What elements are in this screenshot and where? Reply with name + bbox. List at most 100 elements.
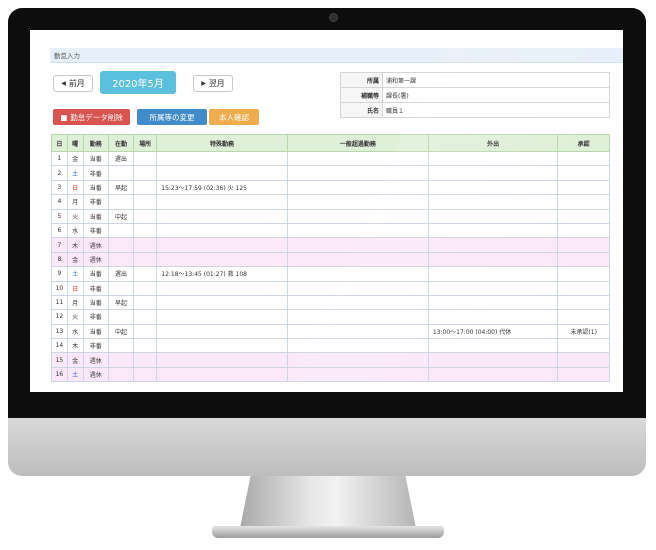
cell-outing[interactable] <box>427 280 559 296</box>
table-row[interactable]: 3 日当番 早起 15:23～17:59 (02:36) 火 125 <box>51 179 610 196</box>
delete-attendance-button[interactable]: ■ 勤怠データ削除 <box>53 109 130 125</box>
cell-place[interactable] <box>133 165 158 181</box>
cell-shift[interactable]: 非番 <box>82 194 109 210</box>
cell-overtime[interactable] <box>286 222 429 239</box>
cell-overtime[interactable] <box>286 150 429 167</box>
cell-special[interactable] <box>156 338 288 354</box>
cell-outing[interactable] <box>427 150 559 167</box>
cell-overtime[interactable] <box>286 338 429 354</box>
cell-place[interactable] <box>133 280 158 296</box>
cell-zaikin[interactable] <box>107 165 135 181</box>
cell-outing[interactable] <box>427 266 559 282</box>
cell-approval[interactable] <box>557 194 610 210</box>
cell-zaikin[interactable] <box>107 338 135 354</box>
cell-place[interactable] <box>133 323 158 340</box>
table-row[interactable]: 4 月非番 <box>51 194 610 210</box>
cell-approval[interactable] <box>557 222 610 239</box>
current-month-button[interactable]: 2020年5月 <box>100 71 176 94</box>
cell-overtime[interactable] <box>286 309 429 325</box>
cell-zaikin[interactable]: 遅出 <box>107 150 135 167</box>
cell-overtime[interactable] <box>286 266 429 282</box>
table-row[interactable]: 6 水非番 <box>51 222 610 239</box>
cell-approval[interactable] <box>557 208 610 224</box>
cell-zaikin[interactable] <box>107 280 135 296</box>
cell-zaikin[interactable] <box>107 194 135 210</box>
cell-zaikin[interactable]: 中起 <box>107 323 135 340</box>
cell-zaikin[interactable] <box>107 222 135 239</box>
cell-outing[interactable] <box>427 309 559 325</box>
cell-approval[interactable] <box>557 309 610 325</box>
cell-outing[interactable] <box>427 338 559 354</box>
cell-approval[interactable] <box>557 179 610 196</box>
cell-outing[interactable] <box>427 165 559 181</box>
cell-zaikin[interactable] <box>107 309 135 325</box>
cell-approval[interactable] <box>557 352 610 368</box>
cell-zaikin[interactable] <box>107 251 135 268</box>
table-row[interactable]: 2 土非番 <box>51 165 610 181</box>
cell-outing[interactable] <box>427 222 559 239</box>
cell-special[interactable] <box>156 222 288 239</box>
cell-zaikin[interactable]: 中起 <box>107 208 135 224</box>
cell-shift[interactable]: 非番 <box>82 338 109 354</box>
cell-shift[interactable]: 週休 <box>82 237 109 253</box>
cell-place[interactable] <box>133 222 158 239</box>
cell-place[interactable] <box>133 309 158 325</box>
table-row[interactable]: 15 金週休 <box>51 352 610 368</box>
cell-outing[interactable] <box>427 294 559 311</box>
cell-overtime[interactable] <box>286 179 429 196</box>
cell-special[interactable] <box>156 165 288 181</box>
cell-place[interactable] <box>133 150 158 167</box>
cell-outing[interactable] <box>427 208 559 224</box>
cell-special[interactable] <box>156 251 288 268</box>
cell-zaikin[interactable]: 早起 <box>107 294 135 311</box>
cell-shift[interactable]: 当番 <box>82 150 109 167</box>
cell-shift[interactable]: 当番 <box>82 323 109 340</box>
cell-shift[interactable]: 週休 <box>82 352 109 368</box>
cell-special[interactable] <box>156 352 288 368</box>
cell-special[interactable]: 12:18～13:45 (01:27) 救 108 <box>156 266 288 282</box>
cell-special[interactable] <box>156 280 288 296</box>
cell-zaikin[interactable]: 遅出 <box>107 266 135 282</box>
cell-shift[interactable]: 当番 <box>82 208 109 224</box>
cell-outing[interactable] <box>427 194 559 210</box>
table-row[interactable]: 13 水当番 中起 13:00～17:00 (04:00) 代休 未承認(1) <box>51 323 610 340</box>
table-row[interactable]: 8 金週休 <box>51 251 610 268</box>
cell-special[interactable]: 15:23～17:59 (02:36) 火 125 <box>156 179 288 196</box>
cell-special[interactable] <box>156 194 288 210</box>
cell-special[interactable] <box>156 323 288 340</box>
prev-month-button[interactable]: ◀ 前月 <box>53 75 93 92</box>
cell-overtime[interactable] <box>286 323 429 340</box>
cell-shift[interactable]: 当番 <box>82 266 109 282</box>
table-row[interactable]: 5 火当番 中起 <box>51 208 610 224</box>
cell-overtime[interactable] <box>286 352 429 368</box>
cell-outing[interactable] <box>427 352 559 368</box>
cell-shift[interactable]: 非番 <box>82 222 109 239</box>
cell-place[interactable] <box>133 294 158 311</box>
cell-shift[interactable]: 当番 <box>82 294 109 311</box>
cell-outing[interactable] <box>427 237 559 253</box>
table-row[interactable]: 9 土当番 遅出 12:18～13:45 (01:27) 救 108 <box>51 266 610 282</box>
table-row[interactable]: 11 月当番 早起 <box>51 294 610 311</box>
cell-place[interactable] <box>133 179 158 196</box>
cell-place[interactable] <box>133 194 158 210</box>
cell-place[interactable] <box>133 366 158 383</box>
cell-overtime[interactable] <box>286 251 429 268</box>
cell-outing[interactable] <box>427 366 559 383</box>
cell-shift[interactable]: 非番 <box>82 309 109 325</box>
cell-place[interactable] <box>133 208 158 224</box>
table-row[interactable]: 10 日非番 <box>51 280 610 296</box>
cell-approval[interactable] <box>557 294 610 311</box>
cell-special[interactable] <box>156 208 288 224</box>
cell-zaikin[interactable] <box>107 352 135 368</box>
cell-outing[interactable] <box>427 179 559 196</box>
cell-approval[interactable] <box>557 366 610 383</box>
cell-approval[interactable] <box>557 165 610 181</box>
cell-place[interactable] <box>133 338 158 354</box>
cell-overtime[interactable] <box>286 208 429 224</box>
cell-overtime[interactable] <box>286 237 429 253</box>
cell-zaikin[interactable]: 早起 <box>107 179 135 196</box>
cell-special[interactable] <box>156 309 288 325</box>
cell-approval[interactable] <box>557 251 610 268</box>
cell-approval[interactable]: 未承認(1) <box>557 323 610 340</box>
cell-shift[interactable]: 週休 <box>82 251 109 268</box>
